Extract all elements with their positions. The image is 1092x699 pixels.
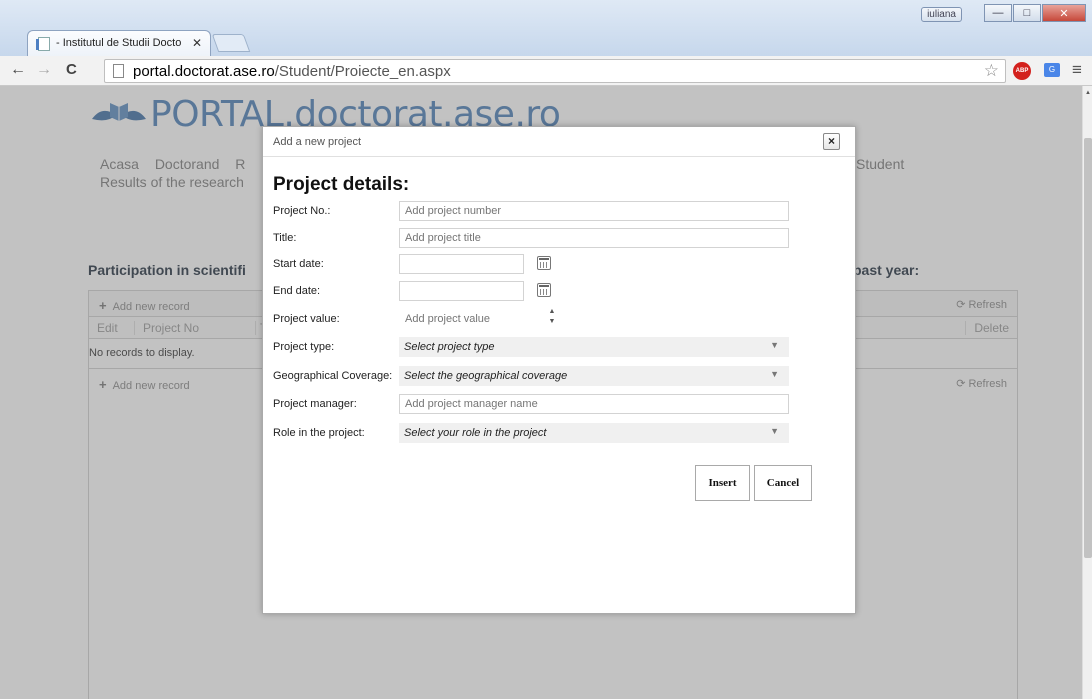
back-arrow-icon[interactable]: ←: [10, 61, 26, 79]
project-no-row: Project No.:: [273, 201, 793, 223]
project-manager-label: Project manager:: [273, 398, 357, 410]
tab-close-icon[interactable]: ✕: [192, 36, 202, 50]
project-manager-input[interactable]: [399, 394, 789, 414]
url-host: portal.doctorat.ase.ro: [133, 63, 275, 80]
new-tab-button[interactable]: [211, 34, 251, 52]
end-date-row: End date:: [273, 281, 793, 303]
browser-titlebar: - Institutul de Studii Docto ✕ iuliana —…: [0, 0, 1092, 56]
bookmark-star-icon[interactable]: ☆: [984, 61, 999, 81]
minimize-button[interactable]: —: [984, 4, 1012, 22]
project-value-label: Project value:: [273, 313, 340, 325]
start-date-row: Start date:: [273, 254, 793, 276]
page-scrollbar[interactable]: ▲: [1082, 86, 1092, 699]
chrome-menu-icon[interactable]: ≡: [1072, 60, 1082, 80]
url-path: /Student/Proiecte_en.aspx: [274, 63, 451, 80]
project-type-row: Project type: Select project type ▼: [273, 337, 793, 359]
dialog-title: Add a new project: [273, 136, 362, 148]
project-type-label: Project type:: [273, 341, 335, 353]
title-input[interactable]: [399, 228, 789, 248]
chevron-down-icon: ▼: [770, 340, 779, 350]
address-bar[interactable]: portal.doctorat.ase.ro/Student/Proiecte_…: [104, 59, 1006, 83]
project-no-input[interactable]: [399, 201, 789, 221]
cancel-button[interactable]: Cancel: [754, 465, 812, 501]
adblock-plus-icon[interactable]: ABP: [1013, 62, 1031, 80]
page-icon: [113, 64, 124, 78]
insert-button[interactable]: Insert: [695, 465, 750, 501]
project-manager-row: Project manager:: [273, 394, 793, 416]
dialog-close-button[interactable]: ×: [823, 133, 840, 150]
forward-arrow-icon[interactable]: →: [36, 61, 52, 79]
user-profile-badge[interactable]: iuliana: [921, 7, 962, 22]
role-selected: Select your role in the project: [404, 427, 547, 439]
add-project-dialog: Add a new project × Project details: Pro…: [262, 126, 856, 614]
calendar-icon[interactable]: [537, 256, 551, 270]
browser-tab[interactable]: - Institutul de Studii Docto ✕: [27, 30, 211, 56]
title-label: Title:: [273, 232, 297, 244]
geo-coverage-select[interactable]: Select the geographical coverage ▼: [399, 366, 789, 386]
number-spinner-icon[interactable]: ▲ ▼: [547, 307, 557, 329]
browser-toolbar: ← → C portal.doctorat.ase.ro/Student/Pro…: [0, 56, 1092, 86]
project-value-input[interactable]: [399, 309, 539, 329]
window-close-button[interactable]: ✕: [1042, 4, 1086, 22]
title-row: Title:: [273, 228, 793, 250]
window-controls: — □ ✕: [984, 4, 1086, 22]
maximize-button[interactable]: □: [1013, 4, 1041, 22]
start-date-input[interactable]: [399, 254, 524, 274]
role-label: Role in the project:: [273, 427, 365, 439]
project-type-selected: Select project type: [404, 341, 495, 353]
project-value-row: Project value: ▲▼: [273, 307, 793, 331]
project-details-heading: Project details:: [273, 174, 410, 195]
geo-coverage-selected: Select the geographical coverage: [404, 370, 568, 382]
tab-title: - Institutul de Studii Docto: [56, 37, 182, 49]
end-date-input[interactable]: [399, 281, 524, 301]
role-select[interactable]: Select your role in the project ▼: [399, 423, 789, 443]
google-translate-icon[interactable]: G: [1044, 63, 1060, 77]
url-text: portal.doctorat.ase.ro/Student/Proiecte_…: [133, 63, 451, 80]
reload-icon[interactable]: C: [66, 61, 77, 78]
scroll-up-arrow-icon[interactable]: ▲: [1085, 90, 1091, 96]
chevron-down-icon: ▼: [770, 426, 779, 436]
project-type-select[interactable]: Select project type ▼: [399, 337, 789, 357]
role-row: Role in the project: Select your role in…: [273, 423, 793, 445]
calendar-icon[interactable]: [537, 283, 551, 297]
end-date-label: End date:: [273, 285, 321, 297]
start-date-label: Start date:: [273, 258, 324, 270]
geo-coverage-label: Geographical Coverage:: [273, 370, 393, 382]
geo-coverage-row: Geographical Coverage: Select the geogra…: [273, 366, 793, 388]
dialog-header: Add a new project ×: [263, 127, 855, 157]
project-no-label: Project No.:: [273, 205, 331, 217]
chevron-down-icon: ▼: [770, 369, 779, 379]
page-favicon-icon: [36, 37, 50, 51]
scroll-thumb[interactable]: [1084, 138, 1092, 558]
